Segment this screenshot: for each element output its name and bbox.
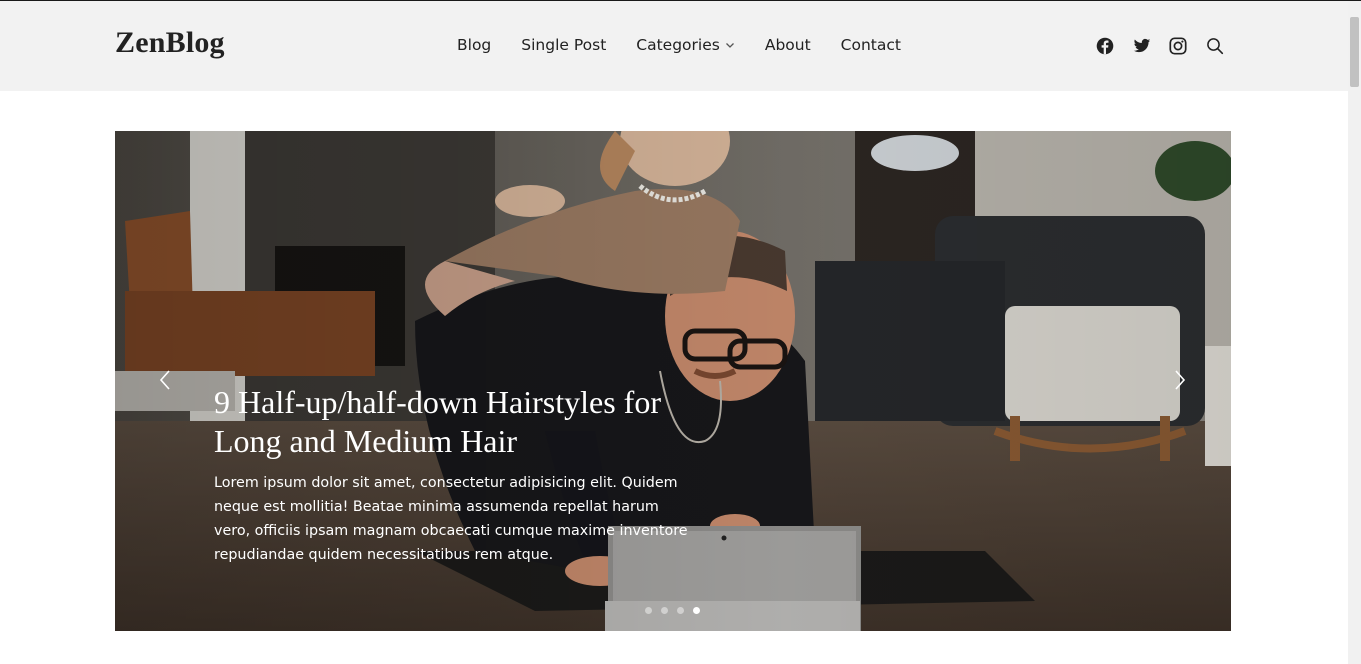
- chevron-left-icon: [158, 369, 172, 396]
- nav-item-about[interactable]: About: [765, 36, 811, 54]
- slide-excerpt: Lorem ipsum dolor sit amet, consectetur …: [214, 475, 688, 563]
- hero-carousel: 9 Half-up/half-down Hairstyles for Long …: [115, 131, 1231, 631]
- nav-item-categories[interactable]: Categories: [636, 36, 735, 54]
- nav-item-single-post[interactable]: Single Post: [521, 36, 606, 54]
- carousel-dot[interactable]: [661, 607, 668, 614]
- carousel-prev-button[interactable]: [154, 369, 176, 396]
- carousel-next-button[interactable]: [1169, 369, 1191, 396]
- scrollbar-thumb[interactable]: [1350, 17, 1359, 87]
- nav-item-label: Blog: [457, 36, 492, 54]
- search-icon[interactable]: [1206, 37, 1224, 55]
- carousel-dot-active[interactable]: [693, 607, 700, 614]
- site-logo[interactable]: ZenBlog: [115, 26, 225, 60]
- facebook-icon[interactable]: [1096, 37, 1114, 55]
- carousel-dot[interactable]: [677, 607, 684, 614]
- nav-item-contact[interactable]: Contact: [841, 36, 901, 54]
- nav-item-label: About: [764, 36, 811, 54]
- slide-caption: 9 Half-up/half-down Hairstyles for Long …: [214, 383, 694, 567]
- carousel-pagination: [645, 607, 700, 614]
- carousel-dot[interactable]: [645, 607, 652, 614]
- slide-title[interactable]: 9 Half-up/half-down Hairstyles for Long …: [214, 383, 694, 461]
- chevron-down-icon: [725, 40, 735, 50]
- twitter-icon[interactable]: [1133, 37, 1151, 55]
- main-nav: Blog Single Post Categories About Contac…: [457, 36, 901, 54]
- page-scrollbar[interactable]: [1348, 1, 1361, 664]
- instagram-icon[interactable]: [1169, 37, 1187, 55]
- social-links: [1096, 37, 1224, 55]
- nav-item-blog[interactable]: Blog: [457, 36, 491, 54]
- site-header: ZenBlog Blog Single Post Categories Abou…: [0, 1, 1348, 91]
- nav-item-label: Categories: [636, 36, 720, 54]
- nav-item-label: Contact: [840, 36, 901, 54]
- nav-item-label: Single Post: [521, 36, 607, 54]
- chevron-right-icon: [1173, 369, 1187, 396]
